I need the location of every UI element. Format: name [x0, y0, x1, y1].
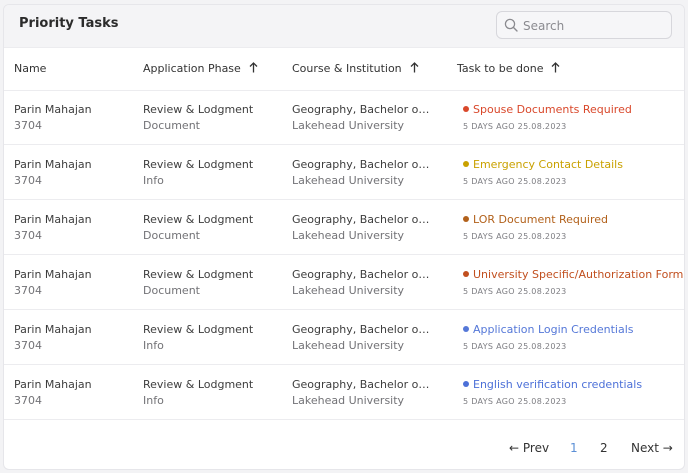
institution-name: Lakehead University	[292, 394, 405, 407]
task-date: 5 DAYS AGO 25.08.2023	[463, 397, 567, 406]
next-page-button[interactable]: Next →	[631, 441, 673, 455]
student-name[interactable]: Parin Mahajan	[14, 102, 92, 118]
arrow-up-icon[interactable]	[551, 62, 560, 73]
arrow-left-icon: ←	[509, 441, 520, 455]
task-link[interactable]: University Specific/Authorization Form	[463, 267, 683, 283]
application-phase: Review & Lodgment	[143, 213, 254, 226]
page-1-button[interactable]: 1	[570, 441, 578, 455]
institution-name: Lakehead University	[292, 284, 405, 297]
column-label: Course & Institution	[292, 62, 402, 75]
task-date: 5 DAYS AGO 25.08.2023	[463, 232, 567, 241]
application-phase: Review & Lodgment	[143, 268, 254, 281]
course-name: Geography, Bachelor of Arts	[292, 268, 432, 281]
search-icon	[504, 18, 518, 32]
student-id: 3704	[14, 174, 42, 187]
next-label: Next	[631, 441, 659, 455]
student-name[interactable]: Parin Mahajan	[14, 322, 92, 338]
column-header-course[interactable]: Course & Institution	[292, 62, 419, 75]
page-2-button[interactable]: 2	[600, 441, 608, 455]
table-row[interactable]: Parin Mahajan 3704 Review & Lodgment Info …	[4, 145, 684, 200]
table-header: Name Application Phase Course & Institut…	[4, 48, 684, 91]
status-dot	[463, 106, 469, 112]
table-row[interactable]: Parin Mahajan 3704 Review & Lodgment Info …	[4, 365, 684, 420]
application-subphase: Info	[143, 394, 164, 407]
priority-tasks-card: Priority Tasks Name Application Phase Co…	[3, 4, 685, 470]
column-label: Application Phase	[143, 62, 241, 75]
card-title: Priority Tasks	[19, 16, 119, 31]
task-label: Application Login Credentials	[473, 323, 634, 336]
student-id: 3704	[14, 394, 42, 407]
table-row[interactable]: Parin Mahajan 3704 Review & Lodgment Docum…	[4, 200, 684, 255]
task-link[interactable]: LOR Document Required	[463, 212, 608, 228]
student-name[interactable]: Parin Mahajan	[14, 212, 92, 228]
task-label: Emergency Contact Details	[473, 158, 623, 171]
table-row[interactable]: Parin Mahajan 3704 Review & Lodgment Docum…	[4, 90, 684, 145]
status-dot	[463, 326, 469, 332]
course-name: Geography, Bachelor of Arts	[292, 103, 432, 116]
student-id: 3704	[14, 339, 42, 352]
institution-name: Lakehead University	[292, 229, 405, 242]
course-name: Geography, Bachelor of Arts	[292, 378, 432, 391]
course-name: Geography, Bachelor of Arts	[292, 213, 432, 226]
application-subphase: Document	[143, 229, 200, 242]
column-label: Name	[14, 62, 47, 75]
column-label: Task to be done	[457, 62, 544, 75]
task-link[interactable]: Emergency Contact Details	[463, 157, 623, 173]
arrow-up-icon[interactable]	[249, 62, 258, 73]
column-header-name[interactable]: Name	[14, 62, 46, 75]
task-date: 5 DAYS AGO 25.08.2023	[463, 287, 567, 296]
student-name[interactable]: Parin Mahajan	[14, 377, 92, 393]
student-name[interactable]: Parin Mahajan	[14, 267, 92, 283]
table-row[interactable]: Parin Mahajan 3704 Review & Lodgment Docum…	[4, 255, 684, 310]
task-link[interactable]: Application Login Credentials	[463, 322, 633, 338]
student-id: 3704	[14, 229, 42, 242]
column-header-phase[interactable]: Application Phase	[143, 62, 258, 75]
prev-label: Prev	[522, 441, 550, 455]
task-date: 5 DAYS AGO 25.08.2023	[463, 342, 567, 351]
task-label: LOR Document Required	[473, 213, 608, 226]
application-subphase: Info	[143, 174, 164, 187]
prev-page-button[interactable]: ← Prev	[509, 441, 549, 455]
arrow-right-icon: →	[662, 441, 673, 455]
column-header-task[interactable]: Task to be done	[457, 62, 560, 75]
status-dot	[463, 381, 469, 387]
task-link[interactable]: English verification credentials	[463, 377, 642, 393]
institution-name: Lakehead University	[292, 174, 405, 187]
status-dot	[463, 216, 469, 222]
status-dot	[463, 161, 469, 167]
application-subphase: Document	[143, 119, 200, 132]
card-header: Priority Tasks	[4, 5, 684, 48]
student-name[interactable]: Parin Mahajan	[14, 157, 92, 173]
application-subphase: Document	[143, 284, 200, 297]
application-phase: Review & Lodgment	[143, 158, 254, 171]
task-date: 5 DAYS AGO 25.08.2023	[463, 122, 567, 131]
course-name: Geography, Bachelor of Arts	[292, 323, 432, 336]
application-subphase: Info	[143, 339, 164, 352]
status-dot	[463, 271, 469, 277]
institution-name: Lakehead University	[292, 339, 405, 352]
task-label: English verification credentials	[473, 378, 643, 391]
arrow-up-icon[interactable]	[410, 62, 419, 73]
student-id: 3704	[14, 284, 42, 297]
application-phase: Review & Lodgment	[143, 323, 254, 336]
application-phase: Review & Lodgment	[143, 103, 254, 116]
table-row[interactable]: Parin Mahajan 3704 Review & Lodgment Info …	[4, 310, 684, 365]
course-name: Geography, Bachelor of Arts	[292, 158, 432, 171]
task-label: Spouse Documents Required	[473, 103, 632, 116]
search-box[interactable]	[496, 11, 672, 39]
task-link[interactable]: Spouse Documents Required	[463, 102, 632, 118]
student-id: 3704	[14, 119, 42, 132]
task-date: 5 DAYS AGO 25.08.2023	[463, 177, 567, 186]
institution-name: Lakehead University	[292, 119, 405, 132]
search-input[interactable]	[521, 15, 665, 37]
application-phase: Review & Lodgment	[143, 378, 254, 391]
task-label: University Specific/Authorization Form	[473, 268, 684, 281]
